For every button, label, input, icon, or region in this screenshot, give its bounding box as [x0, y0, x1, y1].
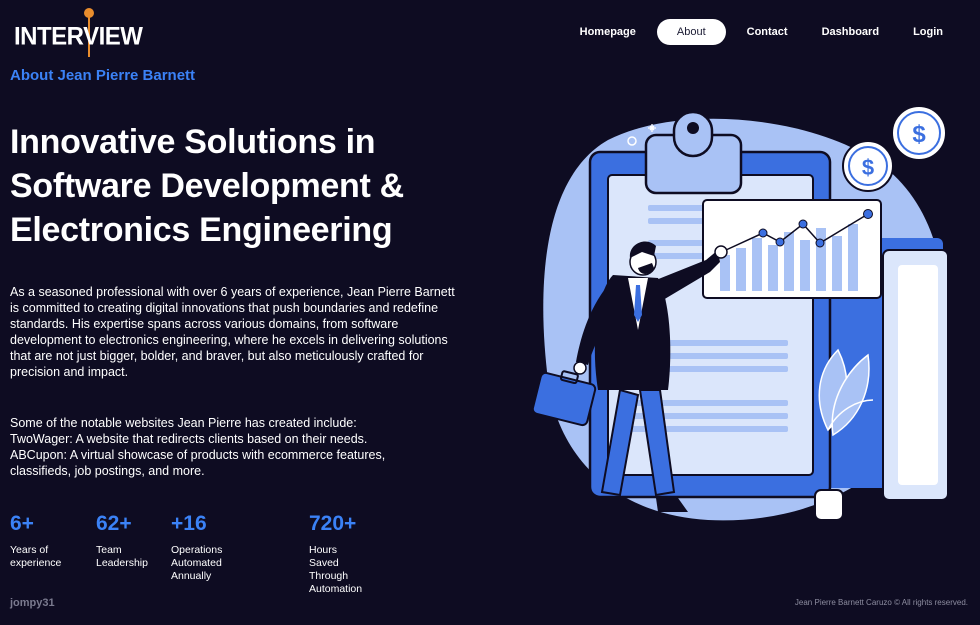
- notable-websites-line: TwoWager: A website that redirects clien…: [10, 432, 368, 446]
- svg-text:$: $: [912, 121, 926, 148]
- hero-heading-line: Innovative Solutions in: [10, 123, 376, 161]
- stat-operations: +16 Operations Automated Annually: [171, 512, 222, 583]
- intro-paragraph: As a seasoned professional with over 6 y…: [10, 285, 455, 379]
- about-title: About Jean Pierre Barnett: [10, 67, 196, 84]
- nav-login[interactable]: Login: [896, 19, 960, 45]
- stat-value: 62+: [96, 512, 132, 535]
- notable-websites: Some of the notable websites Jean Pierre…: [10, 415, 460, 479]
- stat-years: 6+ Years of experience: [10, 512, 61, 570]
- stat-label-line: Leadership: [96, 557, 148, 569]
- stat-team: 62+ Team Leadership: [96, 512, 148, 570]
- footer-username: jompy31: [10, 597, 55, 609]
- hero-heading: Innovative Solutions in Software Develop…: [10, 120, 480, 252]
- stat-value: 720+: [309, 512, 357, 535]
- hero-heading-line: Software Development &: [10, 167, 404, 205]
- hero-heading-line: Electronics Engineering: [10, 211, 393, 249]
- stat-label-line: Automation: [309, 583, 363, 595]
- dollar-coin-icon: $: [891, 105, 947, 161]
- stat-label: Team Leadership: [96, 544, 148, 570]
- nav-homepage[interactable]: Homepage: [563, 19, 653, 45]
- nav-dashboard[interactable]: Dashboard: [805, 19, 896, 45]
- notable-websites-line: classifieds, job postings, and more.: [10, 464, 205, 478]
- stat-hours: 720+ Hours Saved Through Automation: [309, 512, 362, 596]
- footer-copyright: Jean Pierre Barnett Caruzo © All rights …: [794, 598, 968, 607]
- notable-websites-line: Some of the notable websites Jean Pierre…: [10, 416, 357, 430]
- nav-contact[interactable]: Contact: [730, 19, 805, 45]
- stat-label-line: Years of: [10, 544, 49, 556]
- stat-label-line: experience: [10, 557, 62, 569]
- logo[interactable]: INTERVIEW: [12, 8, 143, 60]
- nav-about[interactable]: About: [656, 19, 726, 45]
- stat-label-line: Team: [96, 544, 122, 556]
- stat-label-line: Operations Automated: [171, 544, 223, 569]
- stat-value: 6+: [10, 512, 34, 535]
- logo-text: INTERVIEW: [14, 22, 143, 51]
- hero-illustration: $ $: [531, 105, 949, 521]
- stat-value: +16: [171, 512, 207, 535]
- stat-label: Years of experience: [10, 544, 61, 570]
- svg-text:$: $: [862, 155, 874, 180]
- dollar-coin-icon: $: [842, 140, 894, 192]
- stat-label-line: Annually: [171, 570, 212, 582]
- stat-label: Operations Automated Annually: [171, 544, 222, 583]
- notable-websites-line: ABCupon: A virtual showcase of products …: [10, 448, 386, 462]
- top-nav: Homepage About Contact Dashboard Login: [563, 19, 960, 45]
- stat-label: Hours Saved Through Automation: [309, 544, 362, 596]
- stat-label-line: Hours Saved Through: [309, 544, 349, 582]
